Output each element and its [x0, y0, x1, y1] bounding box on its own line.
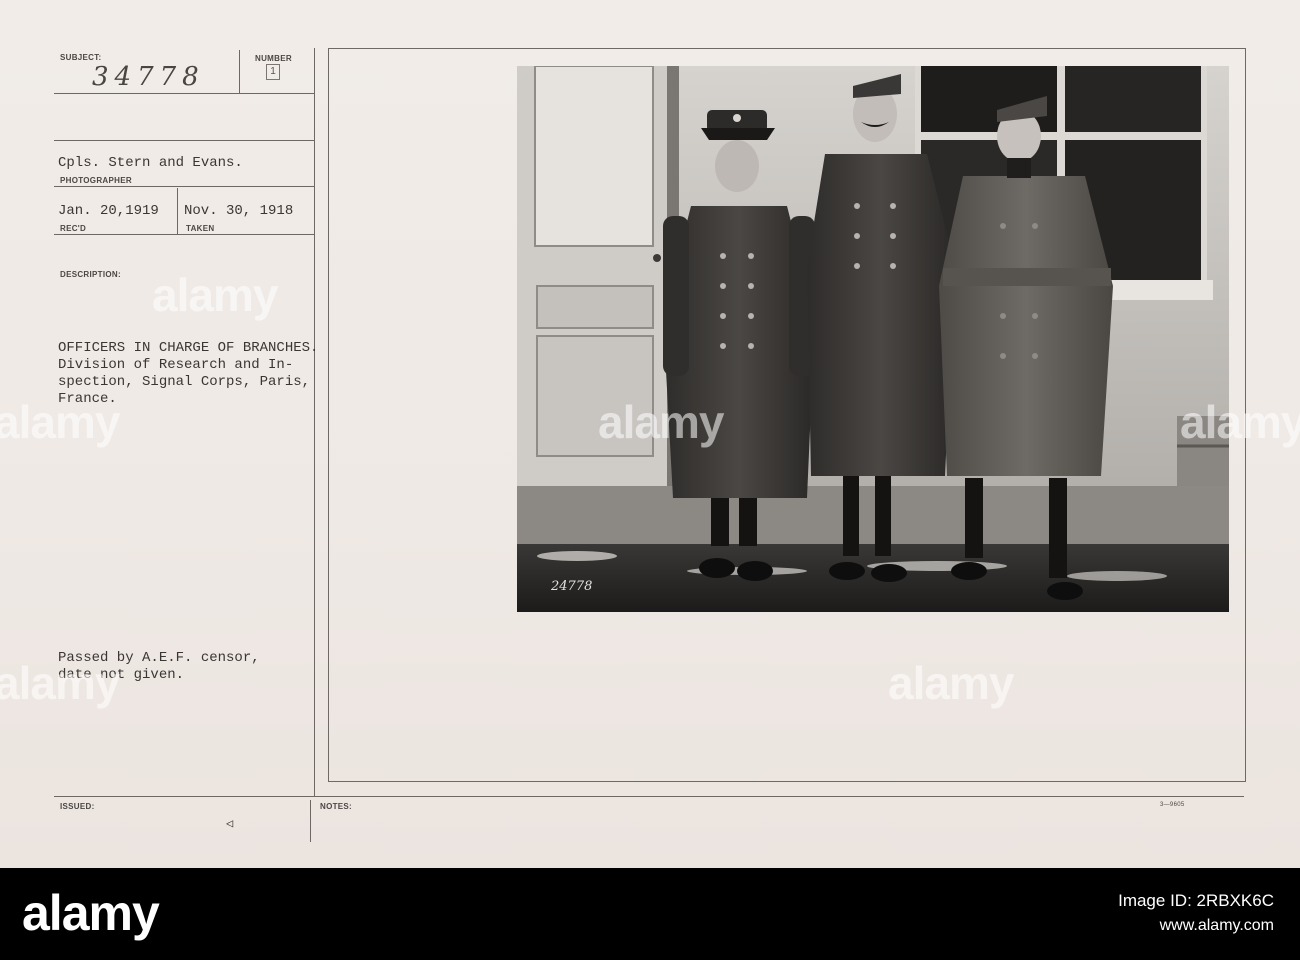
form-code: 3—9605: [1160, 802, 1185, 808]
issued-label: ISSUED:: [60, 802, 95, 811]
notes-label: NOTES:: [320, 802, 353, 811]
number-stamp: 1: [266, 64, 280, 80]
left-column-top-line: [54, 140, 314, 141]
subject-row-divider: [54, 93, 314, 94]
issued-mark: ◁: [226, 817, 234, 831]
image-id: Image ID: 2RBXK6C: [1118, 891, 1274, 910]
left-column-right-edge: [314, 48, 315, 796]
taken-label: TAKEN: [186, 224, 215, 233]
number-column-divider: [239, 50, 240, 94]
watermark-4: alamy: [1180, 396, 1300, 448]
watermark-2: alamy: [0, 396, 120, 448]
watermark-5: alamy: [0, 657, 120, 709]
watermark-3: alamy: [598, 396, 724, 448]
watermark-6: alamy: [888, 657, 1014, 709]
received-date: Jan. 20,1919: [58, 203, 159, 219]
description-line-2: Division of Research and In-: [58, 357, 294, 373]
notes-column-divider: [310, 800, 311, 842]
subject-number: 34778: [92, 62, 205, 92]
watermark-1: alamy: [152, 269, 278, 321]
officers-photograph: 24778: [517, 66, 1229, 612]
stock-url: www.alamy.com: [1159, 917, 1274, 934]
photographer-value: Cpls. Stern and Evans.: [58, 155, 243, 171]
photographer-row-divider: [54, 186, 314, 187]
bottom-rule: [54, 796, 1244, 797]
stock-bar: [0, 868, 1300, 960]
number-label: NUMBER: [255, 54, 292, 63]
subject-label: SUBJECT:: [60, 53, 102, 62]
description-label: DESCRIPTION:: [60, 270, 121, 279]
dates-row-divider: [54, 234, 314, 235]
photo-negative-number: 24778: [550, 579, 592, 594]
description-line-3: spection, Signal Corps, Paris,: [58, 374, 311, 390]
received-label: REC'D: [60, 224, 87, 233]
stock-brand-logo: alamy: [22, 885, 160, 941]
description-line-1: OFFICERS IN CHARGE OF BRANCHES.: [58, 340, 319, 356]
photographer-label: PHOTOGRAPHER: [60, 176, 132, 185]
taken-date: Nov. 30, 1918: [184, 203, 294, 219]
date-column-divider: [177, 188, 178, 234]
archive-card: SUBJECT: 34778 NUMBER 1 Cpls. Stern and …: [0, 0, 1300, 868]
